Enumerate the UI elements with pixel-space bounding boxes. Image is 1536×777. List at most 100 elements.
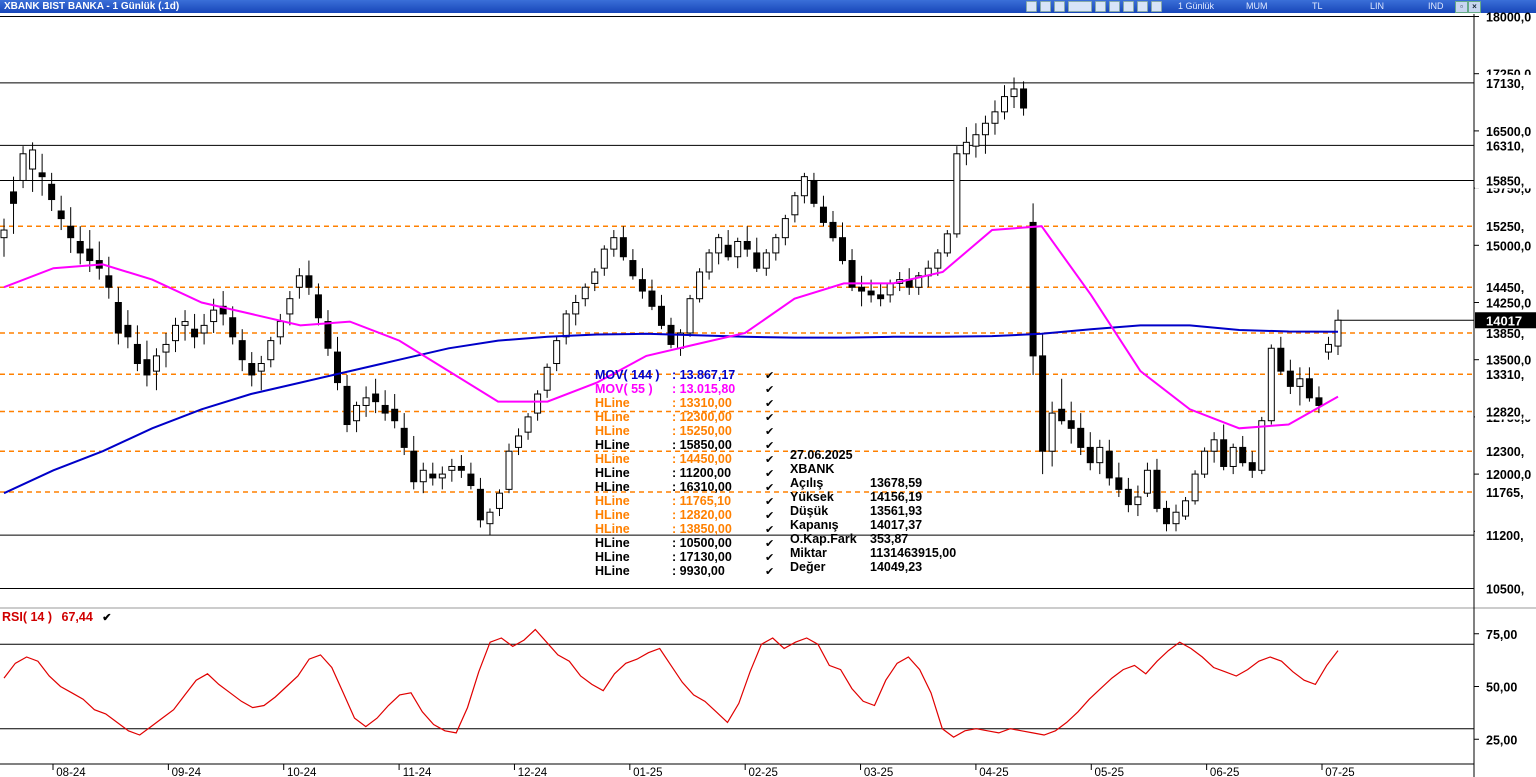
candle-body <box>0 229 8 239</box>
candle-body <box>372 393 380 403</box>
candle-body <box>400 427 408 448</box>
candle-body <box>724 244 732 258</box>
check-icon[interactable]: ✔ <box>765 481 774 494</box>
rsi-tick-label: 75,00 <box>1486 628 1517 642</box>
candle-body <box>515 435 523 448</box>
candle-body <box>781 218 789 239</box>
candle-body <box>305 275 313 288</box>
candle-body <box>334 351 341 384</box>
candle-body <box>1086 446 1094 464</box>
check-icon[interactable]: ✔ <box>102 612 111 624</box>
candle-body <box>1191 473 1199 502</box>
price-tick-label: 18000,0 <box>1486 11 1531 25</box>
candle-body <box>648 290 656 307</box>
level-label: 11200, <box>1486 529 1524 543</box>
candle-body <box>448 465 456 471</box>
legend-value: : 13310,00 <box>672 396 732 410</box>
rsi-label: RSI( 14 ) <box>2 610 53 624</box>
legend-label: MOV( 55 ) <box>595 382 653 396</box>
ohlc-label: Düşük <box>790 504 829 518</box>
candle-body <box>267 340 275 361</box>
check-icon[interactable]: ✔ <box>765 495 774 508</box>
legend-value: : 13850,00 <box>672 522 732 536</box>
candle-body <box>1286 370 1294 387</box>
candle-body <box>1334 319 1342 347</box>
rsi-legend: RSI( 14 ) 67,44 ✔ <box>2 610 111 624</box>
candle-body <box>629 260 637 277</box>
candle-body <box>810 179 818 204</box>
candle-body <box>391 408 399 422</box>
price-tick-label: 13500,0 <box>1486 354 1531 368</box>
candle-body <box>457 465 465 471</box>
check-icon[interactable]: ✔ <box>765 425 774 438</box>
candle-body <box>1077 427 1085 448</box>
candle-body <box>124 324 132 338</box>
check-icon[interactable]: ✔ <box>765 551 774 564</box>
check-icon[interactable]: ✔ <box>765 523 774 536</box>
time-tick-label: 05-25 <box>1095 767 1124 777</box>
check-icon[interactable]: ✔ <box>765 537 774 550</box>
time-tick-label: 04-25 <box>979 767 1008 777</box>
candle-body <box>324 321 332 349</box>
candle-body <box>19 153 27 181</box>
legend-label: HLine <box>595 550 630 564</box>
candle-body <box>1324 343 1332 353</box>
candle-body <box>1201 450 1209 475</box>
candle-body <box>829 221 837 239</box>
level-label: 16310, <box>1486 139 1524 153</box>
candle-body <box>1058 408 1066 422</box>
candle-body <box>867 290 875 296</box>
check-icon[interactable]: ✔ <box>765 467 774 480</box>
candle-body <box>486 511 494 525</box>
time-tick-label: 11-24 <box>403 767 432 777</box>
legend-value: : 10500,00 <box>672 536 732 550</box>
candle-body <box>600 248 608 269</box>
legend-value: : 14450,00 <box>672 452 732 466</box>
time-tick-label: 09-24 <box>172 767 202 777</box>
check-icon[interactable]: ✔ <box>765 565 774 578</box>
price-tick-label: 16500,0 <box>1486 125 1531 139</box>
check-icon[interactable]: ✔ <box>765 383 774 396</box>
legend-value: : 17130,00 <box>672 550 732 564</box>
legend-value: : 11765,10 <box>672 494 732 508</box>
level-label: 17130, <box>1486 77 1524 91</box>
candle-body <box>962 141 970 155</box>
moving-averages <box>3 225 1339 495</box>
candle-body <box>67 225 75 239</box>
candle-body <box>238 340 246 361</box>
candle-body <box>943 233 951 254</box>
ohlc-label: Kapanış <box>790 518 839 532</box>
candle-body <box>991 111 999 124</box>
candle-body <box>1296 378 1304 387</box>
candle-body <box>181 321 189 326</box>
legend-label: HLine <box>595 466 630 480</box>
candle-body <box>524 416 532 433</box>
candle-body <box>172 324 180 342</box>
check-icon[interactable]: ✔ <box>765 369 774 382</box>
check-icon[interactable]: ✔ <box>765 453 774 466</box>
candle-body <box>276 321 284 338</box>
candle-body <box>1048 412 1056 452</box>
ohlc-value: 14156,19 <box>870 490 923 504</box>
check-icon[interactable]: ✔ <box>765 411 774 424</box>
check-icon[interactable]: ✔ <box>765 397 774 410</box>
legend-label: HLine <box>595 494 630 508</box>
legend-value: : 9930,00 <box>672 564 725 578</box>
candle-body <box>362 397 370 406</box>
candle-body <box>686 298 694 334</box>
price-tick-label: 12000,0 <box>1486 468 1531 482</box>
candle-body <box>953 153 961 235</box>
check-icon[interactable]: ✔ <box>765 509 774 522</box>
candle-body <box>981 122 989 136</box>
candle-body <box>1172 511 1180 525</box>
check-icon[interactable]: ✔ <box>765 439 774 452</box>
price-tick-label: 15000,0 <box>1486 239 1531 253</box>
level-label: 13310, <box>1486 368 1524 382</box>
legend-label: HLine <box>595 424 630 438</box>
time-tick-label: 02-25 <box>748 767 777 777</box>
legend-label: HLine <box>595 564 630 578</box>
candle-body <box>1134 496 1142 506</box>
candle-body <box>1096 446 1104 464</box>
candle-body <box>1029 221 1037 357</box>
rsi-tick-label: 25,00 <box>1486 733 1517 747</box>
